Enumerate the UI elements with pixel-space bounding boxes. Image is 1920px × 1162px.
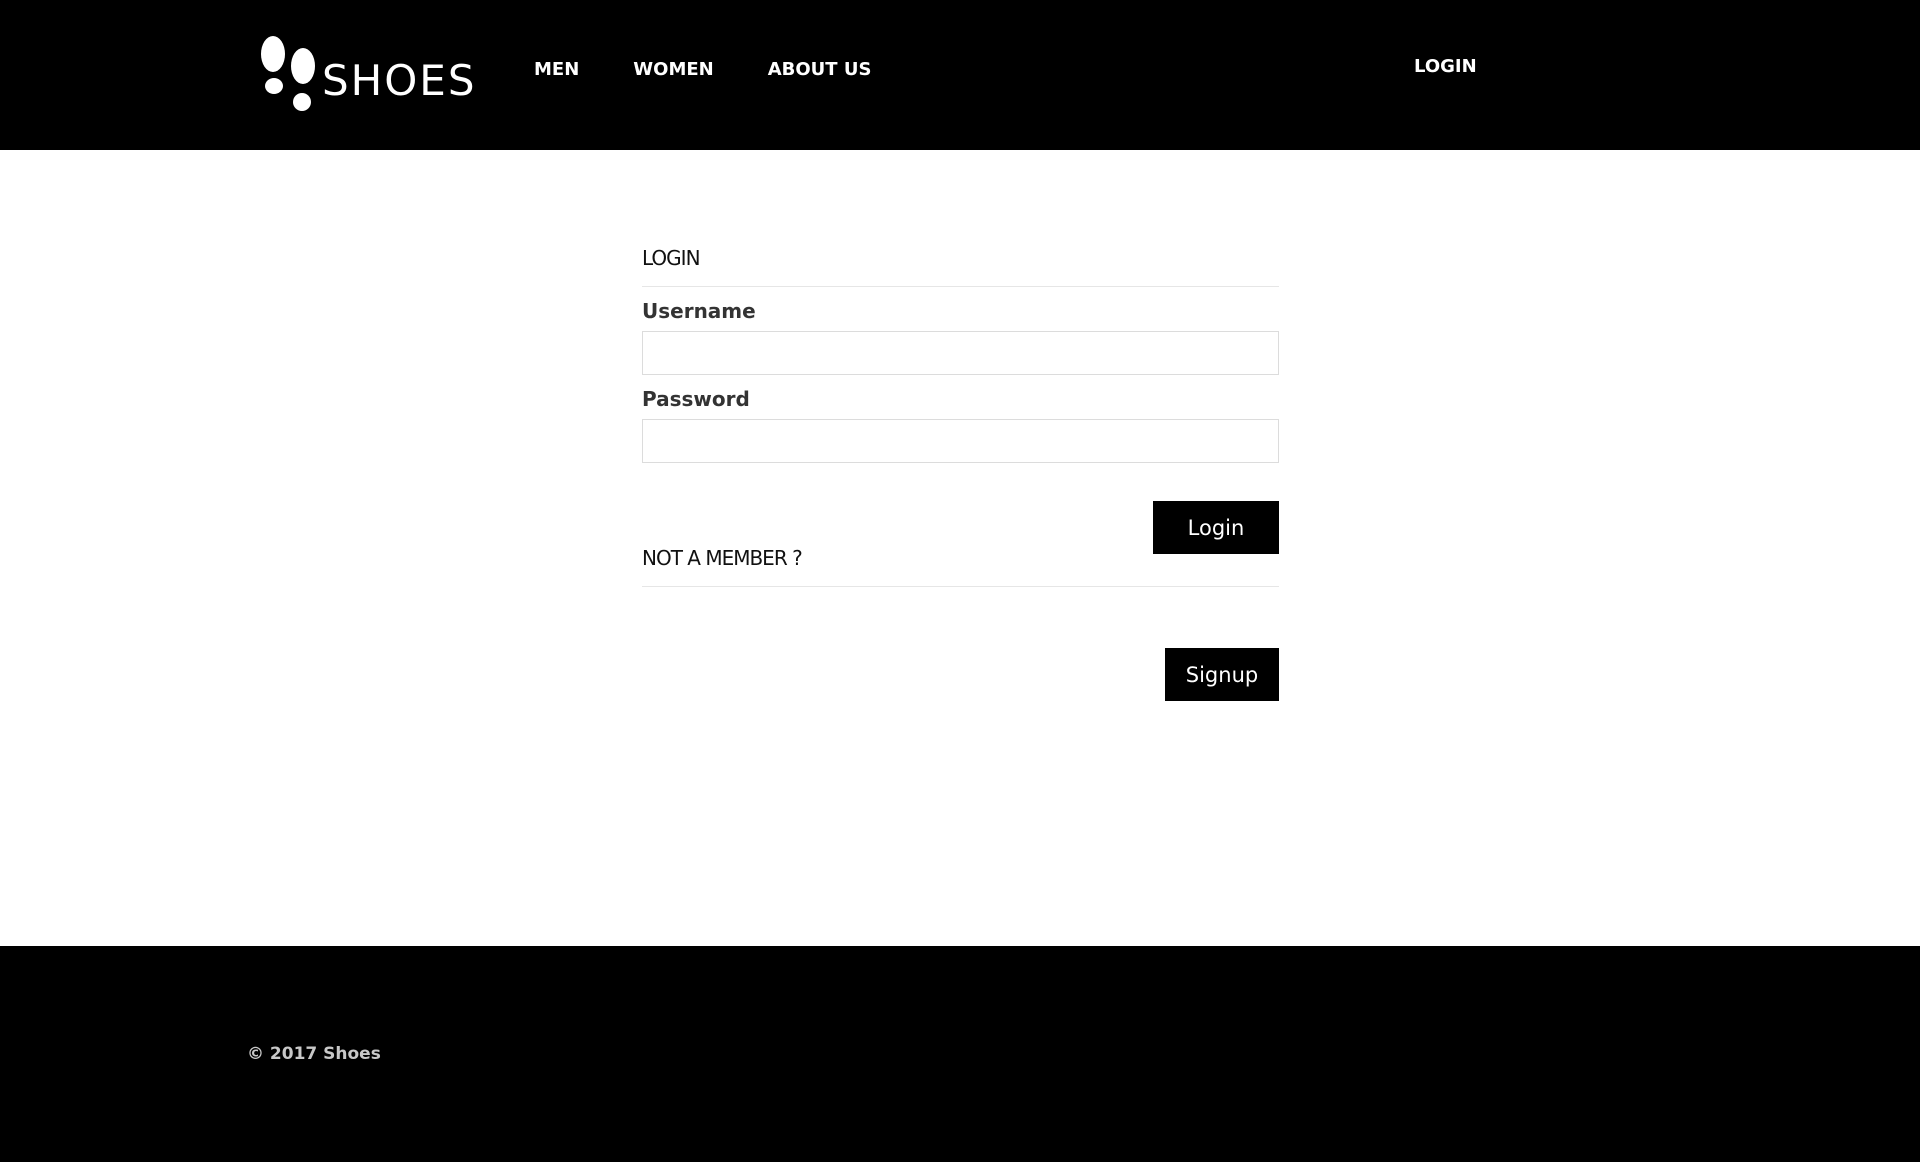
nav-women[interactable]: WOMEN bbox=[633, 59, 713, 80]
username-label: Username bbox=[642, 299, 756, 323]
nav-men[interactable]: MEN bbox=[534, 59, 579, 80]
nav-about-us[interactable]: ABOUT US bbox=[768, 59, 872, 80]
site-logo[interactable]: SHOES bbox=[258, 36, 477, 116]
username-input[interactable] bbox=[642, 331, 1279, 375]
copyright-text: © 2017 Shoes bbox=[247, 1044, 381, 1064]
site-footer: © 2017 Shoes bbox=[0, 946, 1920, 1162]
password-input[interactable] bbox=[642, 419, 1279, 463]
signup-button-row: Signup bbox=[642, 648, 1279, 701]
header-login-link[interactable]: LOGIN bbox=[1414, 56, 1477, 77]
site-header: SHOES MEN WOMEN ABOUT US LOGIN bbox=[0, 0, 1920, 150]
main-nav: MEN WOMEN ABOUT US bbox=[534, 56, 871, 82]
signup-button[interactable]: Signup bbox=[1165, 648, 1279, 701]
password-label: Password bbox=[642, 387, 750, 411]
login-heading: LOGIN bbox=[642, 246, 1279, 287]
footprints-icon bbox=[261, 36, 315, 111]
logo-text: SHOES bbox=[322, 55, 477, 105]
login-button[interactable]: Login bbox=[1153, 501, 1279, 554]
login-section: LOGIN Username Password Login NOT A MEMB… bbox=[642, 150, 1279, 701]
